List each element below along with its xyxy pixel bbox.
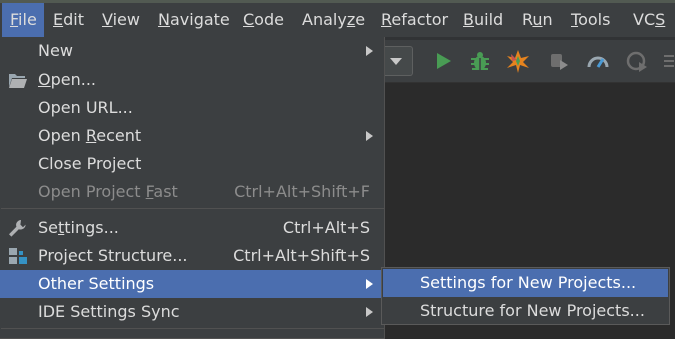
submenu-item-settings-for-new-projects[interactable]: Settings for New Projects... bbox=[383, 269, 668, 297]
menu-item-label: Open URL... bbox=[38, 98, 133, 117]
shortcut-label: Ctrl+Alt+S bbox=[282, 218, 370, 237]
ide-window: File Edit View Navigate Code Analyze Ref… bbox=[0, 0, 675, 339]
run-with-coverage-icon[interactable] bbox=[505, 48, 531, 74]
submenu-item-label: Structure for New Projects... bbox=[420, 301, 645, 320]
menu-file[interactable]: File bbox=[2, 3, 44, 37]
submenu-item-label: Settings for New Projects... bbox=[420, 273, 637, 292]
attach-debugger-icon[interactable] bbox=[624, 48, 650, 74]
menu-refactor[interactable]: Refactor bbox=[381, 3, 448, 37]
menu-item-project-structure[interactable]: Project Structure... Ctrl+Alt+Shift+S bbox=[0, 242, 384, 270]
menu-item-label: Settings... bbox=[38, 218, 119, 237]
menu-view[interactable]: View bbox=[102, 3, 140, 37]
menu-separator bbox=[1, 328, 384, 329]
menu-build[interactable]: Build bbox=[463, 3, 503, 37]
other-settings-submenu: Settings for New Projects... Structure f… bbox=[381, 267, 670, 325]
file-menu-dropdown: New Open... Open URL... Open Recent Clos… bbox=[0, 37, 385, 339]
debug-icon[interactable] bbox=[467, 48, 493, 74]
analyze-performance-icon[interactable] bbox=[585, 48, 611, 74]
menu-item-label: Project Structure... bbox=[38, 246, 188, 265]
shortcut-label: Ctrl+Alt+Shift+F bbox=[234, 182, 370, 201]
menu-item-other-settings[interactable]: Other Settings bbox=[0, 270, 384, 298]
menu-tools[interactable]: Tools bbox=[571, 3, 610, 37]
wrench-icon bbox=[9, 220, 26, 237]
more-icon[interactable] bbox=[660, 48, 675, 74]
menu-item-open[interactable]: Open... bbox=[0, 66, 384, 94]
menu-run[interactable]: Run bbox=[522, 3, 553, 37]
submenu-arrow-icon bbox=[366, 131, 373, 141]
menu-item-label: Open Project Fast bbox=[38, 182, 178, 201]
menu-item-settings[interactable]: Settings... Ctrl+Alt+S bbox=[0, 214, 384, 242]
menu-navigate[interactable]: Navigate bbox=[158, 3, 230, 37]
chevron-down-icon bbox=[390, 58, 402, 65]
menu-item-open-recent[interactable]: Open Recent bbox=[0, 122, 384, 150]
submenu-arrow-icon bbox=[366, 279, 373, 289]
folder-open-icon bbox=[9, 74, 27, 88]
menu-item-label: IDE Settings Sync bbox=[38, 302, 180, 321]
submenu-arrow-icon bbox=[366, 307, 373, 317]
project-structure-icon bbox=[9, 248, 27, 264]
menu-item-label: Other Settings bbox=[38, 274, 155, 293]
menu-item-open-url[interactable]: Open URL... bbox=[0, 94, 384, 122]
menu-bar: File Edit View Navigate Code Analyze Ref… bbox=[0, 0, 675, 40]
menu-item-label: Open... bbox=[38, 70, 96, 89]
submenu-item-structure-for-new-projects[interactable]: Structure for New Projects... bbox=[383, 297, 668, 325]
shortcut-label: Ctrl+Alt+Shift+S bbox=[233, 246, 370, 265]
menu-item-label: Open Recent bbox=[38, 126, 142, 145]
menu-separator bbox=[1, 208, 384, 209]
menu-analyze[interactable]: Analyze bbox=[302, 3, 365, 37]
menu-item-new[interactable]: New bbox=[0, 37, 384, 65]
menu-code[interactable]: Code bbox=[243, 3, 284, 37]
menu-edit[interactable]: Edit bbox=[53, 3, 84, 37]
menu-item-label: Close Project bbox=[38, 154, 142, 173]
menu-vcs[interactable]: VCS bbox=[633, 3, 665, 37]
menu-item-ide-settings-sync[interactable]: IDE Settings Sync bbox=[0, 298, 384, 326]
menu-item-close-project[interactable]: Close Project bbox=[0, 150, 384, 178]
menu-item-open-project-fast: Open Project Fast Ctrl+Alt+Shift+F bbox=[0, 178, 384, 206]
menu-item-label: New bbox=[38, 41, 73, 60]
profile-icon[interactable] bbox=[546, 48, 572, 74]
run-icon[interactable] bbox=[430, 48, 456, 74]
submenu-arrow-icon bbox=[366, 46, 373, 56]
